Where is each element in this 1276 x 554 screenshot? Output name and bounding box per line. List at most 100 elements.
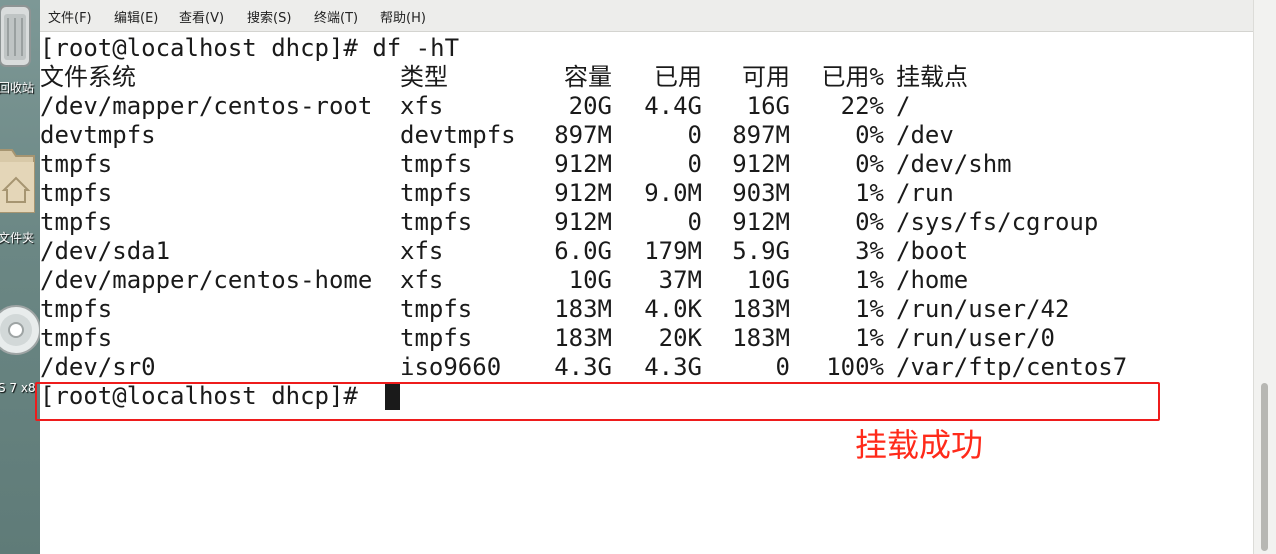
cell-avail: 912M xyxy=(732,150,790,178)
cell-filesystem: tmpfs xyxy=(40,295,113,323)
cell-used: 37M xyxy=(658,266,702,294)
cell-mount: /boot xyxy=(896,237,969,265)
cell-mount: /dev/shm xyxy=(896,150,1012,178)
cell-filesystem: /dev/mapper/centos-home xyxy=(40,266,373,294)
cell-used: 4.0K xyxy=(644,295,702,323)
table-row: /dev/sr0 iso9660 4.3G 4.3G 0 100% /var/ftp/cen… xyxy=(40,353,1230,382)
cell-use-percent: 100% xyxy=(826,353,884,381)
table-row: tmpfs tmpfs 912M 9.0M 903M 1% /run xyxy=(40,179,1230,208)
table-row: tmpfs tmpfs 912M 0 912M 0% /sys/fs/cgroup xyxy=(40,208,1230,237)
cell-use-percent: 1% xyxy=(855,266,884,294)
cell-type: tmpfs xyxy=(400,295,473,323)
cell-filesystem: tmpfs xyxy=(40,324,113,352)
cell-size: 912M xyxy=(554,208,612,236)
cell-mount: /run/user/42 xyxy=(896,295,1070,323)
menu-terminal[interactable]: 终端(T) xyxy=(314,7,358,26)
cell-mount: /sys/fs/cgroup xyxy=(896,208,1099,236)
cell-mount: /var/ftp/centos7 xyxy=(896,353,1128,381)
desktop-icon-label: 文件夹 xyxy=(0,231,35,245)
cell-avail: 16G xyxy=(746,92,790,120)
cell-use-percent: 3% xyxy=(855,237,884,265)
desktop-strip: 回收站 文件夹 S 7 x8 xyxy=(0,0,40,554)
cell-use-percent: 0% xyxy=(855,208,884,236)
disc-icon[interactable] xyxy=(0,288,40,368)
cell-used: 9.0M xyxy=(644,179,702,207)
cell-type: tmpfs xyxy=(400,179,473,207)
cell-avail: 0 xyxy=(775,353,790,381)
cell-mount: /run xyxy=(896,179,954,207)
menu-bar: 文件(F) 编辑(E) 查看(V) 搜索(S) 终端(T) 帮助(H) xyxy=(40,0,1254,32)
cell-use-percent: 22% xyxy=(840,92,884,120)
trash-icon[interactable] xyxy=(0,0,32,70)
cell-filesystem: tmpfs xyxy=(40,208,113,236)
table-row: tmpfs tmpfs 183M 4.0K 183M 1% /run/user/42 xyxy=(40,295,1230,324)
cell-mount: /run/user/0 xyxy=(896,324,1055,352)
cell-type: tmpfs xyxy=(400,208,473,236)
table-row: tmpfs tmpfs 183M 20K 183M 1% /run/user/0 xyxy=(40,324,1230,353)
header-use-percent: 已用% xyxy=(821,63,884,91)
cell-use-percent: 0% xyxy=(855,150,884,178)
cell-size: 4.3G xyxy=(554,353,612,381)
cell-avail: 912M xyxy=(732,208,790,236)
cell-type: tmpfs xyxy=(400,324,473,352)
header-size: 容量 xyxy=(564,63,612,91)
cell-avail: 183M xyxy=(732,295,790,323)
cell-avail: 183M xyxy=(732,324,790,352)
menu-view[interactable]: 查看(V) xyxy=(179,7,224,26)
cell-used: 0 xyxy=(687,121,702,149)
command-prompt: [root@localhost dhcp]# df -hT xyxy=(40,34,460,62)
cell-size: 912M xyxy=(554,179,612,207)
table-row: tmpfs tmpfs 912M 0 912M 0% /dev/shm xyxy=(40,150,1230,179)
header-mount: 挂载点 xyxy=(896,63,968,91)
cell-type: devtmpfs xyxy=(400,121,516,149)
cell-used: 4.3G xyxy=(644,353,702,381)
cell-mount: /home xyxy=(896,266,969,294)
cell-avail: 897M xyxy=(732,121,790,149)
menu-search[interactable]: 搜索(S) xyxy=(247,7,291,26)
header-used: 已用 xyxy=(654,63,702,91)
cell-filesystem: /dev/mapper/centos-root xyxy=(40,92,373,120)
cell-type: tmpfs xyxy=(400,150,473,178)
annotation-text: 挂载成功 xyxy=(855,426,984,464)
menu-file[interactable]: 文件(F) xyxy=(48,7,92,26)
cell-size: 912M xyxy=(554,150,612,178)
menu-edit[interactable]: 编辑(E) xyxy=(114,7,158,26)
menu-help[interactable]: 帮助(H) xyxy=(380,7,426,26)
cell-filesystem: /dev/sr0 xyxy=(40,353,156,381)
cell-filesystem: /dev/sda1 xyxy=(40,237,171,265)
cell-used: 0 xyxy=(687,150,702,178)
cell-filesystem: tmpfs xyxy=(40,150,113,178)
header-type: 类型 xyxy=(400,63,448,91)
home-folder-icon[interactable] xyxy=(0,140,36,220)
cell-avail: 5.9G xyxy=(732,237,790,265)
cell-use-percent: 1% xyxy=(855,179,884,207)
table-row: /dev/sda1 xfs 6.0G 179M 5.9G 3% /boot xyxy=(40,237,1230,266)
terminal-output: [root@localhost dhcp]# df -hT 文件系统 类型 容量… xyxy=(35,34,1230,421)
cell-used: 179M xyxy=(644,237,702,265)
table-header: 文件系统 类型 容量 已用 可用 已用% 挂载点 xyxy=(40,63,1230,92)
cell-avail: 10G xyxy=(746,266,790,294)
table-row: /dev/mapper/centos-root xfs 20G 4.4G 16G 22% / xyxy=(40,92,1230,121)
cell-use-percent: 1% xyxy=(855,324,884,352)
cell-used: 4.4G xyxy=(644,92,702,120)
cell-avail: 903M xyxy=(732,179,790,207)
cell-use-percent: 1% xyxy=(855,295,884,323)
cell-size: 10G xyxy=(568,266,612,294)
cell-size: 183M xyxy=(554,324,612,352)
cell-mount: /dev xyxy=(896,121,954,149)
cell-used: 20K xyxy=(658,324,702,352)
header-filesystem: 文件系统 xyxy=(40,63,136,91)
cell-use-percent: 0% xyxy=(855,121,884,149)
cell-type: xfs xyxy=(400,266,444,294)
cell-used: 0 xyxy=(687,208,702,236)
command-line: [root@localhost dhcp]# df -hT xyxy=(40,34,1230,63)
cell-size: 897M xyxy=(554,121,612,149)
vertical-scrollbar[interactable] xyxy=(1253,0,1276,554)
cell-filesystem: devtmpfs xyxy=(40,121,156,149)
table-row: devtmpfs devtmpfs 897M 0 897M 0% /dev xyxy=(40,121,1230,150)
desktop-icon-label: S 7 x8 xyxy=(0,381,36,395)
terminal-window[interactable]: 文件(F) 编辑(E) 查看(V) 搜索(S) 终端(T) 帮助(H) [roo… xyxy=(35,0,1276,554)
scroll-thumb[interactable] xyxy=(1261,383,1268,551)
header-avail: 可用 xyxy=(742,63,790,91)
cell-type: xfs xyxy=(400,92,444,120)
